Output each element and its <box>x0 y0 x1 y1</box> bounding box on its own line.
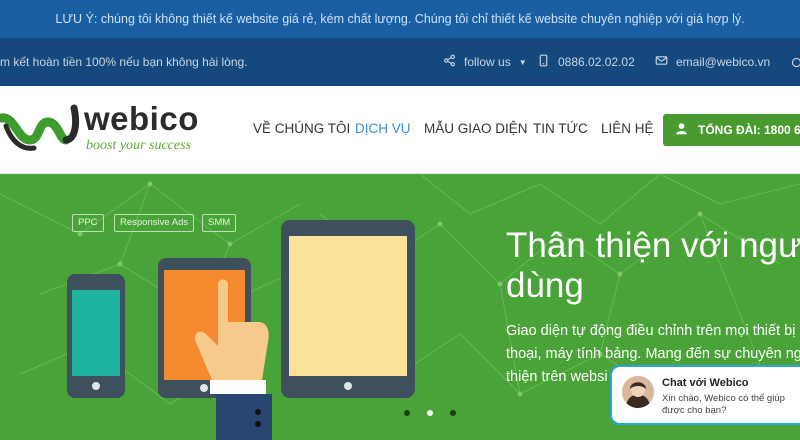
hero-title: Thân thiện với người dùng <box>506 226 800 306</box>
hotline-button[interactable]: TỔNG ĐÀI: 1800 601 <box>663 114 800 146</box>
follow-us-dropdown[interactable]: follow us ▼ <box>443 38 527 86</box>
slider-dot-3[interactable] <box>450 410 456 416</box>
hero-title-line2: dùng <box>506 266 584 305</box>
site-header: webico boost your success VỀ CHÚNG TÔI D… <box>0 86 800 174</box>
nav-item-contact[interactable]: LIÊN HỆ <box>601 121 654 136</box>
hero-title-line1: Thân thiện với người <box>506 226 800 265</box>
slider-dot-1[interactable] <box>404 410 410 416</box>
user-icon <box>675 122 688 138</box>
slider-dots <box>404 410 456 416</box>
mail-icon <box>655 54 668 70</box>
extra-icon[interactable] <box>790 38 800 86</box>
promo-text: m kết hoàn tiền 100% nếu bạn không hài l… <box>0 55 248 69</box>
nav-item-templates[interactable]: MẪU GIAO DIỆN <box>424 121 528 136</box>
follow-us-label: follow us <box>464 55 511 69</box>
hero-desc-line2: thoại, máy tính bảng. Mang đến sự chuyên… <box>506 346 800 362</box>
devices-illustration <box>67 220 415 440</box>
caret-down-icon: ▼ <box>518 57 527 67</box>
nav-item-news[interactable]: TIN TỨC <box>533 121 588 136</box>
phone-icon <box>537 54 550 70</box>
email-link[interactable]: email@webico.vn <box>655 38 770 86</box>
notice-text: LƯU Ý: chúng tôi không thiết kế website … <box>55 12 745 26</box>
phone-number: 0886.02.02.02 <box>558 55 635 69</box>
avatar <box>622 376 654 408</box>
phone-link[interactable]: 0886.02.02.02 <box>537 38 635 86</box>
hotline-label: TỔNG ĐÀI: 1800 601 <box>698 123 800 137</box>
nav-item-about[interactable]: VỀ CHÚNG TÔI <box>253 121 350 136</box>
logo-mark <box>0 104 80 151</box>
chat-widget[interactable]: Chat với Webico Xin chào, Webico có thể … <box>610 365 800 425</box>
email-address: email@webico.vn <box>676 55 771 69</box>
logo-tagline: boost your success <box>86 138 191 153</box>
nav-item-services[interactable]: DỊCH VỤ <box>355 121 411 136</box>
share-icon <box>443 54 456 70</box>
slider-dot-2[interactable] <box>427 410 433 416</box>
chat-title: Chat với Webico <box>662 377 749 389</box>
hero-desc-line1: Giao diện tự động điều chỉnh trên mọi th… <box>506 323 796 339</box>
logo[interactable]: webico boost your success <box>0 96 200 162</box>
top-info-bar: m kết hoàn tiền 100% nếu bạn không hài l… <box>0 38 800 86</box>
chat-message: Xin chào, Webico có thể giúp được cho bạ… <box>662 393 785 416</box>
logo-wordmark: webico <box>84 100 199 137</box>
notice-bar: LƯU Ý: chúng tôi không thiết kế website … <box>0 0 800 38</box>
